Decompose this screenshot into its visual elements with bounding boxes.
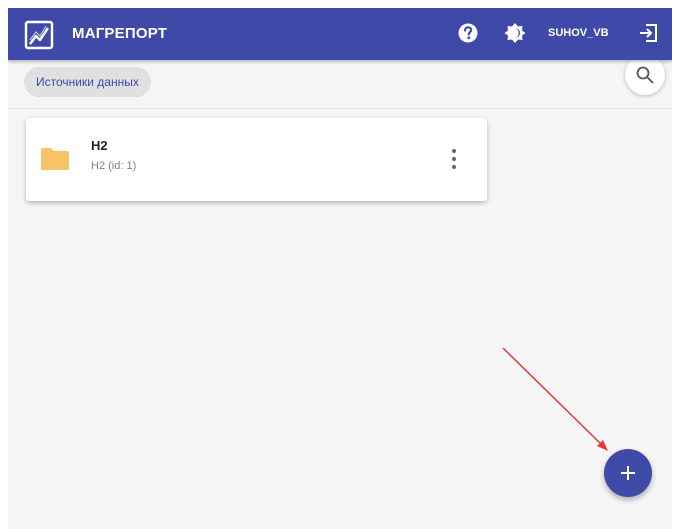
username-label[interactable]: SUHOV_VB bbox=[548, 27, 609, 39]
card-title: H2 bbox=[91, 138, 108, 153]
card-subtitle: H2 (id: 1) bbox=[91, 160, 137, 172]
add-icon bbox=[621, 466, 635, 480]
theme-toggle-icon[interactable] bbox=[504, 22, 526, 44]
app-window: МАГРЕПОРТ SUHOV_VB Источники данных H2 H… bbox=[8, 8, 672, 529]
more-vert-icon[interactable] bbox=[444, 146, 464, 172]
search-button[interactable] bbox=[625, 55, 665, 95]
breadcrumb-data-sources[interactable]: Источники данных bbox=[24, 67, 151, 97]
data-source-card[interactable]: H2 H2 (id: 1) bbox=[26, 118, 487, 201]
add-button[interactable] bbox=[604, 449, 652, 497]
chart-line-logo-icon[interactable] bbox=[24, 20, 54, 50]
folder-icon bbox=[41, 148, 69, 170]
search-icon bbox=[636, 66, 654, 84]
app-title[interactable]: МАГРЕПОРТ bbox=[72, 25, 167, 42]
toolbar: Источники данных bbox=[8, 55, 672, 109]
logout-icon[interactable] bbox=[638, 22, 660, 44]
app-header: МАГРЕПОРТ SUHOV_VB bbox=[8, 8, 672, 60]
help-circle-icon[interactable] bbox=[457, 22, 479, 44]
